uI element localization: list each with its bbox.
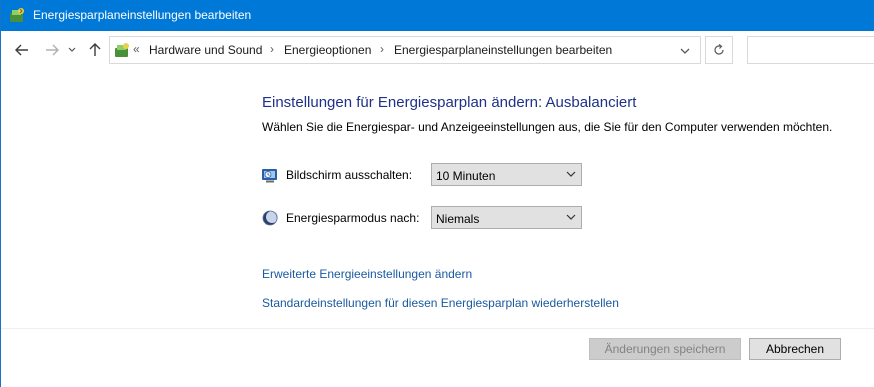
navigation-bar: « Hardware und Sound › Energieoptionen ›… bbox=[1, 31, 874, 69]
display-off-value: 10 Minuten bbox=[436, 169, 496, 183]
arrow-right-icon bbox=[46, 44, 59, 56]
address-bar[interactable]: « Hardware und Sound › Energieoptionen ›… bbox=[109, 36, 701, 64]
power-options-icon bbox=[115, 43, 129, 57]
breadcrumb-current[interactable]: Energiesparplaneinstellungen bearbeiten bbox=[394, 43, 612, 57]
page-description: Wählen Sie die Energiespar- und Anzeigee… bbox=[262, 120, 833, 134]
breadcrumb-hardware-sound[interactable]: Hardware und Sound bbox=[149, 43, 262, 57]
moon-icon bbox=[262, 210, 278, 226]
sleep-label: Energiesparmodus nach: bbox=[286, 211, 420, 225]
breadcrumb-energieoptionen[interactable]: Energieoptionen bbox=[284, 43, 371, 57]
display-off-label: Bildschirm ausschalten: bbox=[286, 168, 413, 182]
arrow-left-icon bbox=[15, 44, 28, 56]
forward-button[interactable] bbox=[42, 40, 62, 60]
chevron-down-icon[interactable] bbox=[678, 45, 692, 57]
title-bar[interactable]: Energiesparplaneinstellungen bearbeiten bbox=[1, 0, 874, 31]
save-button[interactable]: Änderungen speichern bbox=[589, 338, 741, 360]
breadcrumb-overflow[interactable]: « bbox=[133, 42, 140, 56]
breadcrumb-separator[interactable]: › bbox=[270, 42, 274, 56]
chevron-down-icon bbox=[566, 171, 576, 177]
breadcrumb-separator[interactable]: › bbox=[380, 42, 384, 56]
advanced-settings-link[interactable]: Erweiterte Energieeinstellungen ändern bbox=[262, 267, 472, 281]
back-button[interactable] bbox=[12, 40, 32, 60]
arrow-up-icon bbox=[89, 43, 101, 56]
up-button[interactable] bbox=[85, 40, 105, 60]
recent-locations-button[interactable] bbox=[65, 40, 79, 60]
refresh-button[interactable] bbox=[705, 36, 733, 64]
window-title: Energiesparplaneinstellungen bearbeiten bbox=[33, 8, 252, 22]
sleep-select[interactable]: Niemals bbox=[431, 206, 582, 229]
power-options-icon bbox=[10, 8, 24, 22]
page-title: Einstellungen für Energiesparplan ändern… bbox=[262, 94, 637, 111]
restore-defaults-link[interactable]: Standardeinstellungen für diesen Energie… bbox=[262, 296, 619, 310]
monitor-icon bbox=[262, 169, 277, 183]
cancel-button[interactable]: Abbrechen bbox=[749, 338, 841, 360]
divider bbox=[1, 328, 874, 329]
chevron-down-icon bbox=[68, 47, 76, 52]
search-input[interactable] bbox=[747, 36, 874, 64]
chevron-down-icon bbox=[566, 214, 576, 220]
control-panel-window: Energiesparplaneinstellungen bearbeiten bbox=[0, 0, 874, 387]
refresh-icon bbox=[714, 44, 724, 55]
display-off-select[interactable]: 10 Minuten bbox=[431, 163, 582, 186]
sleep-value: Niemals bbox=[436, 212, 480, 226]
